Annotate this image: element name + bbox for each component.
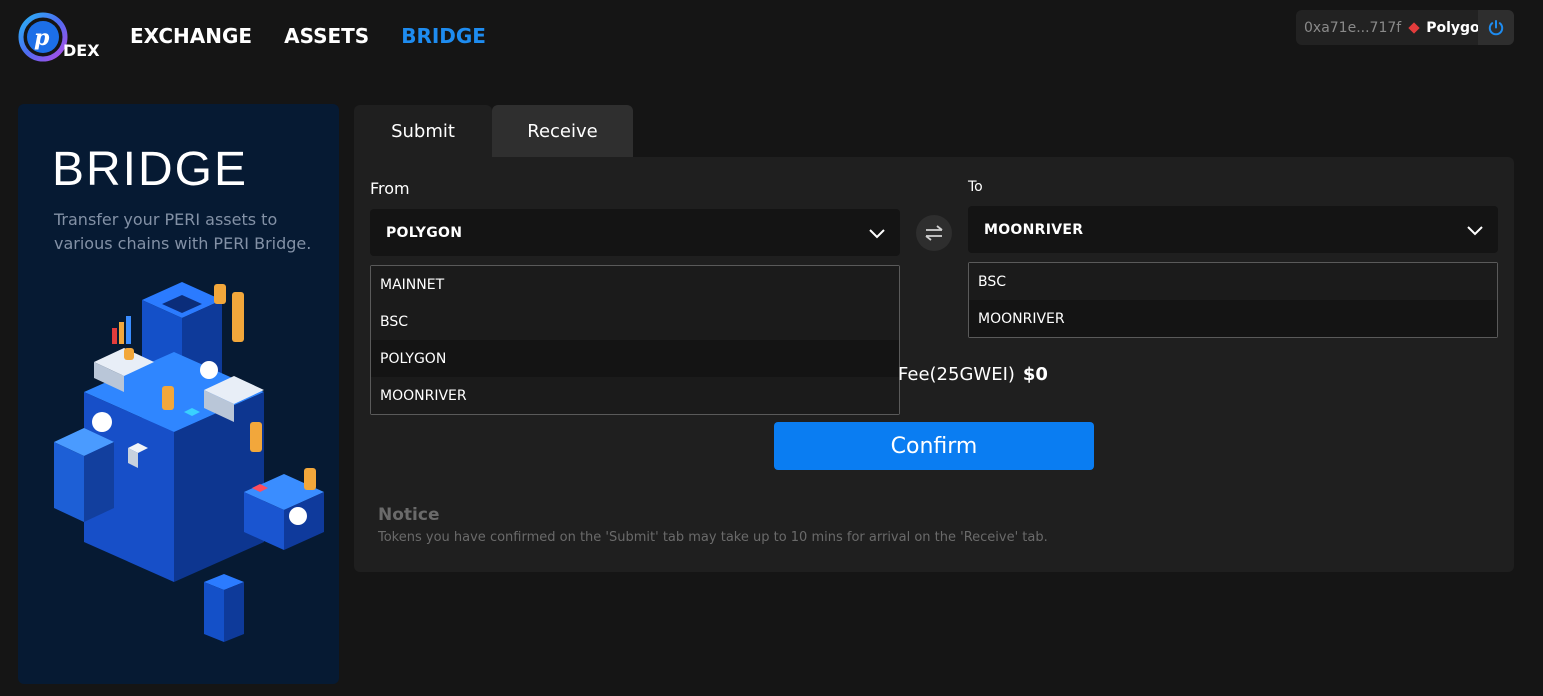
fee-label: Fee(25GWEI) <box>898 364 1015 385</box>
nav-exchange[interactable]: EXCHANGE <box>130 24 252 48</box>
bridge-tabs: Submit Receive <box>354 105 633 157</box>
tab-receive[interactable]: Receive <box>492 105 633 157</box>
notice-title: Notice <box>378 505 440 525</box>
from-network-select[interactable]: POLYGON <box>370 209 900 256</box>
bridge-illustration <box>54 282 324 642</box>
from-selected-value: POLYGON <box>386 224 463 241</box>
bridge-description: Transfer your PERI assets to various cha… <box>54 210 312 253</box>
from-option-polygon[interactable]: POLYGON <box>371 340 899 377</box>
bridge-title: BRIDGE <box>52 143 249 196</box>
from-label: From <box>370 179 410 198</box>
from-option-mainnet[interactable]: MAINNET <box>371 266 899 303</box>
to-option-bsc[interactable]: BSC <box>969 263 1497 300</box>
to-network-select[interactable]: MOONRIVER <box>968 206 1498 253</box>
network-diamond-icon <box>1408 21 1420 34</box>
tab-submit[interactable]: Submit <box>354 105 492 157</box>
wallet-address: 0xa71e...717f <box>1304 19 1402 36</box>
nav-bridge[interactable]: BRIDGE <box>401 24 486 48</box>
disconnect-button[interactable] <box>1478 10 1514 45</box>
wallet-status[interactable]: 0xa71e...717f Polygon <box>1296 10 1514 45</box>
confirm-button[interactable]: Confirm <box>774 422 1094 470</box>
to-selected-value: MOONRIVER <box>984 221 1084 238</box>
main-nav: EXCHANGE ASSETS BRIDGE <box>130 24 486 48</box>
chevron-down-icon <box>1467 226 1483 236</box>
to-label: To <box>968 179 983 195</box>
from-option-moonriver[interactable]: MOONRIVER <box>371 377 899 414</box>
svg-text:p: p <box>34 25 50 51</box>
from-option-bsc[interactable]: BSC <box>371 303 899 340</box>
peri-logo-icon: p <box>18 12 68 62</box>
from-network-dropdown: MAINNET BSC POLYGON MOONRIVER <box>370 265 900 415</box>
bridge-form: From POLYGON MAINNET BSC POLYGON MOONRIV… <box>354 157 1514 572</box>
swap-arrows-icon <box>925 225 943 241</box>
power-icon <box>1488 19 1504 35</box>
nav-assets[interactable]: ASSETS <box>284 24 369 48</box>
bridge-info-panel: BRIDGE Transfer your PERI assets to vari… <box>18 104 339 684</box>
to-network-dropdown: BSC MOONRIVER <box>968 262 1498 338</box>
to-option-moonriver[interactable]: MOONRIVER <box>969 300 1497 337</box>
fee-row: Fee(25GWEI) $0 <box>898 364 1048 385</box>
logo-text: DEX <box>63 41 100 60</box>
chevron-down-icon <box>869 229 885 239</box>
notice-text: Tokens you have confirmed on the 'Submit… <box>378 530 1048 545</box>
fee-value: $0 <box>1022 364 1048 385</box>
swap-networks-button[interactable] <box>916 215 952 251</box>
